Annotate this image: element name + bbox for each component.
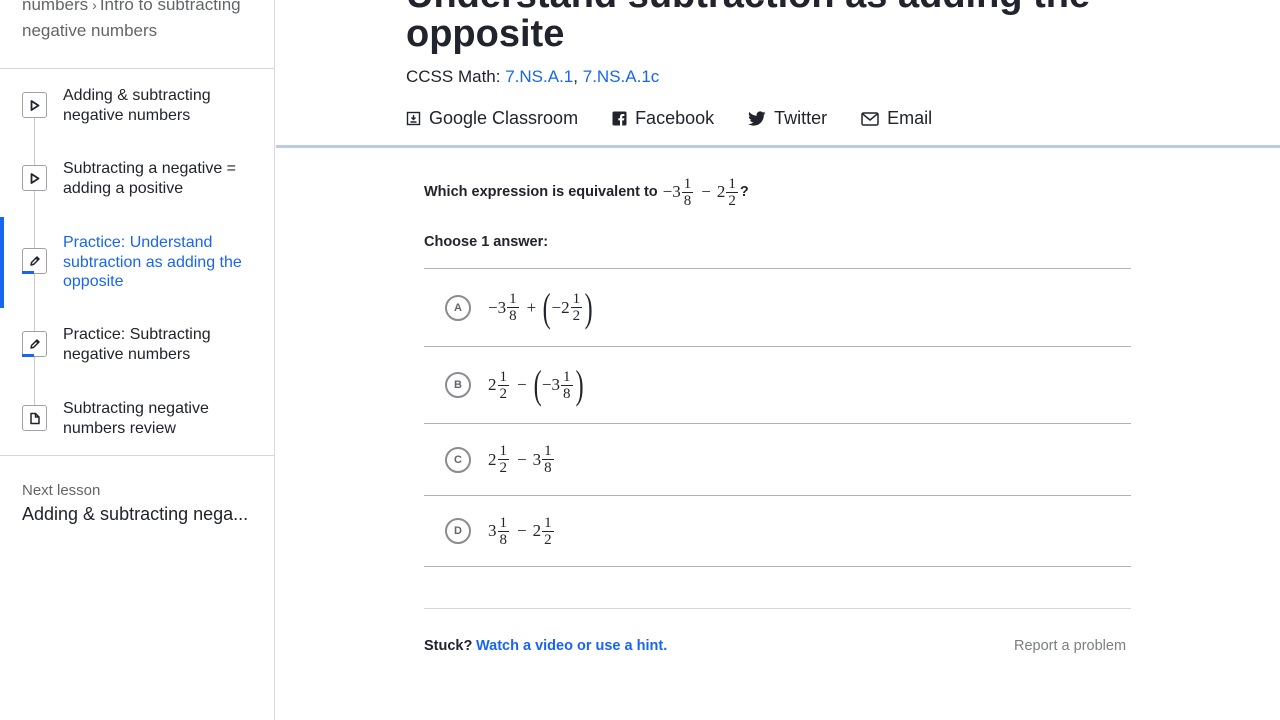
question-text: Which expression is equivalent to — [424, 184, 658, 200]
ccss-standards: CCSS Math: 7.NS.A.1, 7.NS.A.1c — [406, 67, 659, 87]
ccss-label: CCSS Math: — [406, 67, 501, 86]
twitter-icon — [748, 111, 766, 126]
fraction: 12 — [497, 443, 509, 476]
answer-choice-a[interactable]: A −3 18 + ( −2 12 ) — [424, 268, 1131, 346]
question-prompt: Which expression is equivalent to −3 18 … — [424, 170, 749, 214]
fraction: 12 — [570, 291, 583, 324]
share-bar: Google Classroom Facebook Twitter Email — [406, 108, 966, 129]
ccss-separator: , — [573, 67, 578, 86]
play-icon — [22, 165, 47, 191]
breadcrumb-parent[interactable]: numbers — [22, 0, 88, 14]
next-lesson-link[interactable]: Adding & subtracting nega... — [22, 504, 257, 525]
fraction: 12 — [542, 514, 554, 548]
ccss-link-7nsa1[interactable]: 7.NS.A.1 — [505, 67, 573, 86]
choice-letter: B — [445, 372, 471, 398]
choose-label: Choose 1 answer: — [424, 234, 549, 250]
next-lesson-label: Next lesson — [22, 482, 101, 499]
twitter-share-button[interactable]: Twitter — [748, 108, 827, 129]
google-classroom-share-button[interactable]: Google Classroom — [406, 108, 578, 129]
choice-letter: A — [445, 294, 471, 321]
choice-expression: 3 18 −2 12 — [488, 514, 554, 548]
lesson-sidebar: numbers › Intro to subtracting negative nu… — [0, 0, 275, 720]
share-label: Facebook — [635, 108, 715, 128]
sidebar-divider — [0, 455, 274, 456]
facebook-share-button[interactable]: Facebook — [612, 108, 714, 129]
footer-divider — [424, 608, 1131, 609]
fraction: 12 — [726, 175, 738, 209]
fraction: 12 — [497, 368, 509, 402]
share-label: Twitter — [774, 108, 828, 128]
choice-letter: D — [445, 518, 471, 544]
facebook-icon — [612, 111, 627, 126]
sidebar-item-label: Subtracting negative numbers review — [63, 400, 209, 437]
answer-choice-c[interactable]: C 2 12 −3 18 — [424, 423, 1131, 495]
hint-link[interactable]: Watch a video or use a hint. — [476, 638, 667, 654]
sidebar-item-label: Subtracting a negative = adding a positi… — [63, 160, 237, 197]
answer-choice-d[interactable]: D 3 18 −2 12 — [424, 495, 1131, 567]
sidebar-item-practice-understand-subtraction[interactable]: Practice: Understand subtraction as addi… — [0, 232, 274, 302]
answer-choice-b[interactable]: B 2 12 − ( −3 18 ) — [424, 346, 1131, 423]
sidebar-item-subtracting-a-negative[interactable]: Subtracting a negative = adding a positi… — [0, 158, 274, 228]
question-mark: ? — [739, 184, 749, 200]
progress-indicator — [22, 271, 34, 274]
fraction: 18 — [542, 443, 554, 476]
play-icon — [22, 92, 47, 118]
article-icon — [22, 405, 47, 431]
sidebar-item-label: Practice: Understand subtraction as addi… — [63, 234, 242, 290]
report-problem-link[interactable]: Report a problem — [1014, 638, 1126, 654]
breadcrumb-separator: › — [92, 0, 97, 13]
email-icon — [861, 111, 879, 126]
google-classroom-icon — [406, 111, 421, 126]
page-title: Understand subtraction as adding the opp… — [406, 0, 1186, 54]
breadcrumb: numbers › Intro to subtracting negative nu… — [22, 0, 262, 43]
share-label: Email — [887, 108, 933, 128]
progress-indicator — [22, 354, 34, 357]
sidebar-divider — [0, 68, 274, 69]
fraction: 18 — [497, 514, 509, 548]
answer-choices: A −3 18 + ( −2 12 ) B 2 12 − ( −3 18 ) C… — [424, 268, 1131, 567]
header-divider — [276, 145, 1280, 148]
fraction: 18 — [507, 291, 519, 324]
fraction: 18 — [561, 368, 573, 402]
fraction: 18 — [681, 175, 694, 209]
question-expression: −3 18 −2 12 — [662, 175, 738, 209]
sidebar-item-label: Practice: Subtracting negative numbers — [63, 326, 211, 363]
choice-expression: −3 18 + ( −2 12 ) — [488, 284, 593, 330]
sidebar-item-subtracting-review[interactable]: Subtracting negative numbers review — [0, 398, 274, 468]
ccss-link-7nsa1c[interactable]: 7.NS.A.1c — [583, 67, 660, 86]
choice-letter: C — [445, 446, 471, 473]
choice-expression: 2 12 −3 18 — [488, 443, 554, 476]
sidebar-item-practice-subtracting-negative[interactable]: Practice: Subtracting negative numbers — [0, 324, 274, 394]
share-label: Google Classroom — [429, 108, 579, 128]
email-share-button[interactable]: Email — [861, 108, 932, 129]
sidebar-item-adding-subtracting-negative-numbers[interactable]: Adding & subtracting negative numbers — [0, 84, 274, 154]
choice-expression: 2 12 − ( −3 18 ) — [488, 362, 584, 407]
stuck-label: Stuck? — [424, 638, 473, 654]
page-title-line-2: opposite — [406, 13, 565, 55]
sidebar-item-label: Adding & subtracting negative numbers — [63, 87, 211, 124]
